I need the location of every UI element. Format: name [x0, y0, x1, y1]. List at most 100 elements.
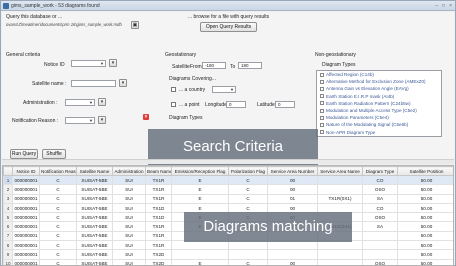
diagram-type-label: Modulation and Multiple Access Type (C5e…	[326, 108, 417, 114]
row-index: 5	[3, 212, 13, 223]
table-cell: SUISAT-5BE	[76, 249, 113, 260]
satellite-name-input[interactable]	[71, 80, 116, 87]
diagram-type-item[interactable]: Modulation Parameters (C5e4)	[317, 114, 441, 121]
table-cell: CO	[362, 174, 398, 186]
diagram-type-item[interactable]: Non-APR Diagram Type	[317, 129, 441, 136]
column-header[interactable]: Notice ID	[12, 166, 40, 176]
diagram-type-checkbox[interactable]	[320, 130, 324, 135]
table-cell: SUI	[112, 193, 146, 204]
diagram-type-item[interactable]: Modulation and Multiple Access Type (C5e…	[317, 107, 441, 114]
table-row[interactable]: 2 000000001 C SUISAT-5BE SUI TX1R E C 00 OSO 50.00	[3, 184, 453, 195]
table-row[interactable]: 3 000000001 C SUISAT-5BE SUI TX1R E C 01 TX1R(0X1…	[3, 193, 453, 204]
chevron-down-icon: ▼	[100, 61, 104, 66]
table-cell: C	[228, 193, 268, 204]
maximize-icon[interactable]: □	[442, 3, 445, 9]
column-header[interactable]: Notification Reason	[39, 166, 77, 176]
column-header[interactable]: Administration	[112, 166, 146, 176]
country-combo[interactable]: ▼	[212, 86, 236, 93]
to-input[interactable]: 180	[238, 62, 262, 69]
minimize-icon[interactable]: –	[435, 3, 438, 9]
diagram-types-list[interactable]: Affected Region (C14b) Alternative Method…	[316, 70, 442, 137]
table-cell: SUISAT-5BE	[76, 202, 113, 214]
table-cell: SUISAT-5BE	[76, 258, 113, 265]
diagram-type-item[interactable]: Affected Region (C14b)	[317, 71, 441, 78]
diagram-type-item[interactable]: Earth Station E.I.R.P mask (AI4b)	[317, 93, 441, 100]
table-cell: TX1R	[145, 230, 172, 242]
administration-combo[interactable]: ▼	[65, 99, 95, 106]
table-row[interactable]: 10 000000001 C SUISAT-5BE SUI TX2D E C 00 OSO 50.0…	[3, 258, 453, 265]
row-index: 2	[3, 184, 13, 195]
table-cell: 50.00	[397, 212, 453, 223]
diagram-type-checkbox[interactable]	[320, 122, 324, 127]
row-index: 4	[3, 202, 13, 214]
table-cell: C	[39, 174, 77, 186]
open-query-results-button[interactable]: Open Query Results	[200, 22, 257, 32]
non-geostationary-title: Non-geostationary	[315, 52, 356, 58]
table-cell: SUISAT-5BE	[76, 240, 113, 251]
diagram-type-checkbox[interactable]	[320, 79, 324, 84]
diagram-type-item[interactable]: Alternative Method for Exclusion Zone (A…	[317, 78, 441, 85]
table-cell: 50.00	[397, 230, 453, 242]
close-icon[interactable]: ×	[143, 114, 149, 120]
diagram-type-item[interactable]: Nature of the Modulating Signal (C5e6b)	[317, 121, 441, 128]
diagram-type-checkbox[interactable]	[320, 72, 324, 77]
column-header[interactable]: Service Area Name	[317, 166, 363, 176]
from-label: From	[190, 64, 202, 70]
table-cell: C	[39, 193, 77, 204]
diagram-type-checkbox[interactable]	[320, 86, 324, 91]
row-index: 9	[3, 249, 13, 260]
column-header[interactable]: Beam Name	[145, 166, 172, 176]
table-cell: 01	[267, 193, 318, 204]
filter-icon[interactable]: ▾	[109, 59, 117, 67]
run-query-button[interactable]: Run Query	[10, 149, 38, 159]
column-header[interactable]: Satellite Name	[76, 166, 113, 176]
column-header[interactable]: Polarization Flag	[228, 166, 268, 176]
table-cell: 000000001	[12, 202, 40, 214]
close-icon[interactable]: ×	[449, 3, 452, 9]
column-header[interactable]	[3, 166, 13, 176]
results-table-container: Notice IDNotification ReasonSatellite Na…	[2, 165, 454, 266]
diagram-type-item[interactable]: Earth Station Radiation Pattern (C24b5w)	[317, 100, 441, 107]
filter-icon[interactable]: ▾	[98, 116, 106, 124]
longitude-input[interactable]: 0	[226, 101, 246, 108]
diagram-type-checkbox[interactable]	[320, 101, 324, 106]
table-cell: C	[228, 174, 268, 186]
folder-icon[interactable]: ▣	[131, 21, 139, 29]
diagram-type-checkbox[interactable]	[320, 94, 324, 99]
row-index: 6	[3, 221, 13, 232]
satellite-from-label: Satellite	[172, 64, 190, 70]
table-cell: SUISAT-5BE	[76, 212, 113, 223]
chevron-down-icon: ▼	[89, 118, 93, 123]
point-checkbox[interactable]	[171, 102, 176, 107]
table-cell: C	[39, 249, 77, 260]
diagram-type-item[interactable]: Sample Size (C1e1)	[317, 136, 441, 137]
table-row[interactable]: 9 000000001 C SUISAT-5BE SUI TX2D 50.00	[3, 249, 453, 260]
column-header[interactable]: Emission/Reception Flag	[171, 166, 229, 176]
column-header[interactable]: Satellite Position	[397, 166, 453, 176]
table-cell: E	[171, 258, 229, 265]
query-label: Query this database or ...	[6, 14, 63, 20]
app-icon	[3, 3, 9, 9]
table-cell	[317, 258, 363, 265]
column-header[interactable]: Service Area Number	[267, 166, 318, 176]
notice-id-combo[interactable]: ▼	[71, 60, 106, 67]
latitude-input[interactable]: 0	[275, 101, 295, 108]
filter-icon[interactable]: ▾	[119, 79, 127, 87]
column-header[interactable]: Diagram Type	[362, 166, 398, 176]
geostationary-title: Geostationary	[165, 52, 197, 58]
table-cell	[362, 240, 398, 251]
notification-reason-combo[interactable]: ▼	[65, 117, 95, 124]
country-checkbox[interactable]	[171, 87, 176, 92]
diagram-type-item[interactable]: Antenna Gain vs Elevation Angle (EAVg)	[317, 85, 441, 92]
table-cell: 00	[267, 174, 318, 186]
table-cell	[362, 249, 398, 260]
shuffle-button[interactable]: Shuffle	[42, 149, 66, 159]
country-label: ... a country	[179, 87, 206, 93]
from-input[interactable]: -180	[202, 62, 226, 69]
diagram-type-checkbox[interactable]	[320, 108, 324, 113]
horizontal-scrollbar[interactable]	[2, 159, 454, 164]
filter-icon[interactable]: ▾	[98, 98, 106, 106]
table-cell: SUI	[112, 212, 146, 223]
diagram-type-checkbox[interactable]	[320, 115, 324, 120]
table-row[interactable]: 1 000000001 C SUISAT-5BE SUI TX1R E C 00 CO 50.00	[3, 174, 453, 186]
